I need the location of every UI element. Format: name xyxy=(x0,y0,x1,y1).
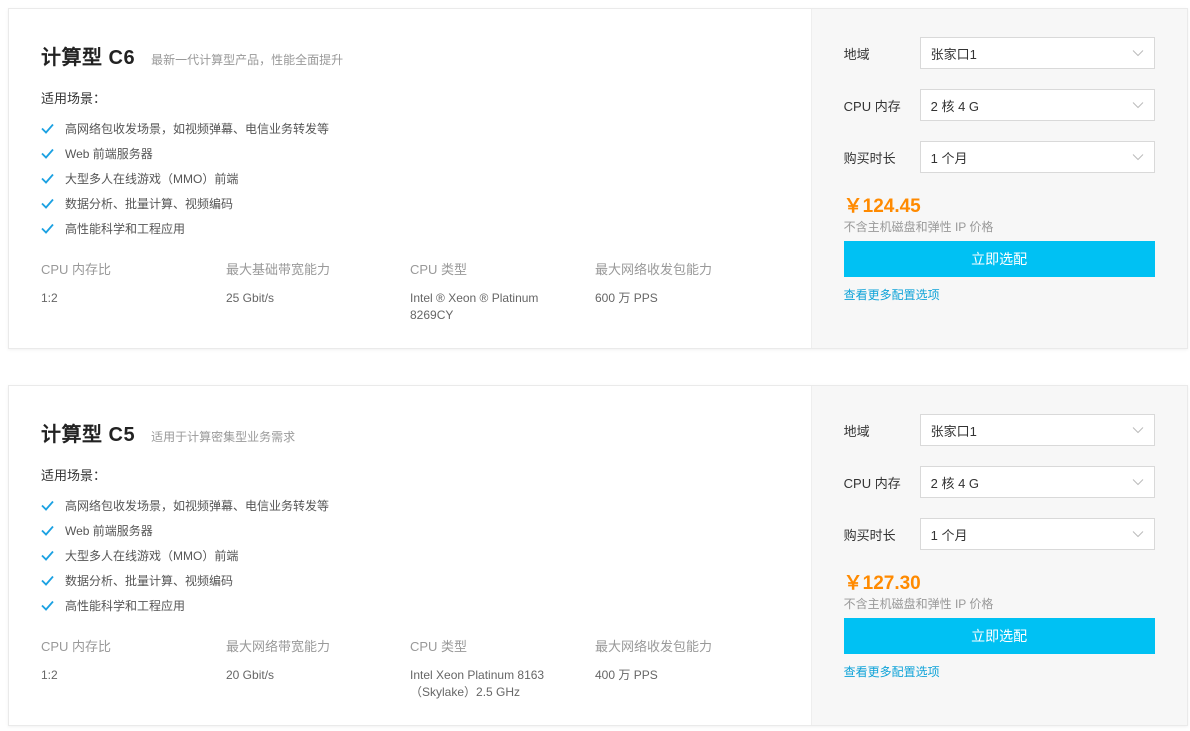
spec-pps: 最大网络收发包能力 600 万 PPS xyxy=(595,259,775,307)
spec-label: CPU 类型 xyxy=(410,262,468,277)
spec-value: 25 Gbit/s xyxy=(226,291,275,305)
config-panel: 地域 张家口1 CPU 内存 2 核 4 G 购买时长 1 个月 ￥127.30… xyxy=(810,386,1187,725)
price-note: 不含主机磁盘和弹性 IP 价格 xyxy=(843,220,994,234)
list-item: 大型多人在线游戏（MMO）前端 xyxy=(41,543,329,568)
scenes-label: 适用场景： xyxy=(41,468,107,483)
product-info: 计算型 C5 适用于计算密集型业务需求 适用场景： 高网络包收发场景，如视频弹幕… xyxy=(9,386,811,725)
list-item: 高网络包收发场景，如视频弹幕、电信业务转发等 xyxy=(41,493,329,518)
list-item: Web 前端服务器 xyxy=(41,518,329,543)
spec-value: 1:2 xyxy=(41,668,58,682)
product-header: 计算型 C5 适用于计算密集型业务需求 xyxy=(41,418,295,447)
spec-label: CPU 类型 xyxy=(410,639,468,654)
cpu-memory-field: CPU 内存 2 核 4 G xyxy=(844,89,1155,121)
product-subtitle: 最新一代计算型产品，性能全面提升 xyxy=(151,53,344,67)
spec-cpu-memory-ratio: CPU 内存比 1:2 xyxy=(41,636,211,684)
duration-select[interactable]: 1 个月 xyxy=(919,141,1155,173)
duration-select[interactable]: 1 个月 xyxy=(919,518,1155,550)
region-label: 地域 xyxy=(843,46,870,62)
check-icon xyxy=(41,500,54,511)
spec-pps: 最大网络收发包能力 400 万 PPS xyxy=(595,636,775,684)
region-value: 张家口1 xyxy=(930,46,977,62)
product-header: 计算型 C6 最新一代计算型产品，性能全面提升 xyxy=(41,41,343,70)
check-icon xyxy=(41,575,54,586)
spec-bandwidth: 最大网络带宽能力 20 Gbit/s xyxy=(226,636,396,684)
list-item: Web 前端服务器 xyxy=(41,141,329,166)
duration-value: 1 个月 xyxy=(930,150,968,166)
duration-label: 购买时长 xyxy=(843,150,896,166)
chevron-down-icon xyxy=(1132,102,1143,109)
cpu-memory-value: 2 核 4 G xyxy=(930,475,980,491)
spec-cpu-memory-ratio: CPU 内存比 1:2 xyxy=(41,259,211,307)
region-field: 地域 张家口1 xyxy=(844,414,1155,446)
check-icon xyxy=(41,173,54,184)
list-item: 高性能科学和工程应用 xyxy=(41,216,329,241)
spec-cpu-type: CPU 类型 Intel Xeon Platinum 8163（Skylake）… xyxy=(410,636,560,701)
list-item: 高网络包收发场景，如视频弹幕、电信业务转发等 xyxy=(41,116,329,141)
spec-value: 20 Gbit/s xyxy=(226,668,275,682)
duration-label: 购买时长 xyxy=(843,527,896,543)
chevron-down-icon xyxy=(1132,154,1143,161)
list-item: 数据分析、批量计算、视频编码 xyxy=(41,568,329,593)
spec-label: CPU 内存比 xyxy=(41,639,112,654)
config-panel: 地域 张家口1 CPU 内存 2 核 4 G 购买时长 1 个月 ￥124.45… xyxy=(810,9,1187,348)
spec-value: 1:2 xyxy=(41,291,58,305)
check-icon xyxy=(41,525,54,536)
spec-value: Intel ® Xeon ® Platinum 8269CY xyxy=(410,291,539,322)
spec-cpu-type: CPU 类型 Intel ® Xeon ® Platinum 8269CY xyxy=(410,259,560,324)
list-item: 高性能科学和工程应用 xyxy=(41,593,329,618)
check-icon xyxy=(41,123,54,134)
list-item: 数据分析、批量计算、视频编码 xyxy=(41,191,329,216)
cpu-memory-label: CPU 内存 xyxy=(843,475,901,491)
configure-button[interactable]: 立即选配 xyxy=(843,241,1155,277)
scenes-label: 适用场景： xyxy=(41,91,107,106)
cpu-memory-select[interactable]: 2 核 4 G xyxy=(919,466,1155,498)
check-icon xyxy=(41,550,54,561)
spec-value: Intel Xeon Platinum 8163（Skylake）2.5 GHz xyxy=(410,668,545,699)
region-select[interactable]: 张家口1 xyxy=(919,37,1155,69)
check-icon xyxy=(41,600,54,611)
spec-value: 400 万 PPS xyxy=(595,668,658,682)
configure-button[interactable]: 立即选配 xyxy=(843,618,1155,654)
region-label: 地域 xyxy=(843,423,870,439)
spec-label: 最大网络收发包能力 xyxy=(595,262,713,277)
price-note: 不含主机磁盘和弹性 IP 价格 xyxy=(843,597,994,611)
scene-list: 高网络包收发场景，如视频弹幕、电信业务转发等 Web 前端服务器 大型多人在线游… xyxy=(41,493,329,618)
chevron-down-icon xyxy=(1132,531,1143,538)
spec-bandwidth: 最大基础带宽能力 25 Gbit/s xyxy=(226,259,396,307)
price: ￥127.30 xyxy=(843,573,921,594)
product-title: 计算型 C5 xyxy=(41,424,136,446)
check-icon xyxy=(41,148,54,159)
product-title: 计算型 C6 xyxy=(41,47,136,69)
more-options-link[interactable]: 查看更多配置选项 xyxy=(844,286,940,303)
cpu-memory-label: CPU 内存 xyxy=(843,98,901,114)
product-card-c6: 计算型 C6 最新一代计算型产品，性能全面提升 适用场景： 高网络包收发场景，如… xyxy=(8,8,1188,349)
chevron-down-icon xyxy=(1132,50,1143,57)
cpu-memory-value: 2 核 4 G xyxy=(930,98,980,114)
scene-list: 高网络包收发场景，如视频弹幕、电信业务转发等 Web 前端服务器 大型多人在线游… xyxy=(41,116,329,241)
spec-label: 最大网络带宽能力 xyxy=(226,639,331,654)
list-item: 大型多人在线游戏（MMO）前端 xyxy=(41,166,329,191)
check-icon xyxy=(41,198,54,209)
spec-label: 最大基础带宽能力 xyxy=(226,262,331,277)
price: ￥124.45 xyxy=(843,196,921,217)
spec-label: 最大网络收发包能力 xyxy=(595,639,713,654)
spec-label: CPU 内存比 xyxy=(41,262,112,277)
chevron-down-icon xyxy=(1132,427,1143,434)
check-icon xyxy=(41,223,54,234)
cpu-memory-select[interactable]: 2 核 4 G xyxy=(919,89,1155,121)
product-subtitle: 适用于计算密集型业务需求 xyxy=(151,430,296,444)
more-options-link[interactable]: 查看更多配置选项 xyxy=(844,663,940,680)
duration-field: 购买时长 1 个月 xyxy=(844,518,1155,550)
product-info: 计算型 C6 最新一代计算型产品，性能全面提升 适用场景： 高网络包收发场景，如… xyxy=(9,9,811,348)
cpu-memory-field: CPU 内存 2 核 4 G xyxy=(844,466,1155,498)
region-select[interactable]: 张家口1 xyxy=(919,414,1155,446)
spec-value: 600 万 PPS xyxy=(595,291,658,305)
chevron-down-icon xyxy=(1132,479,1143,486)
duration-value: 1 个月 xyxy=(930,527,968,543)
duration-field: 购买时长 1 个月 xyxy=(844,141,1155,173)
region-value: 张家口1 xyxy=(930,423,977,439)
product-card-c5: 计算型 C5 适用于计算密集型业务需求 适用场景： 高网络包收发场景，如视频弹幕… xyxy=(8,385,1188,726)
region-field: 地域 张家口1 xyxy=(844,37,1155,69)
